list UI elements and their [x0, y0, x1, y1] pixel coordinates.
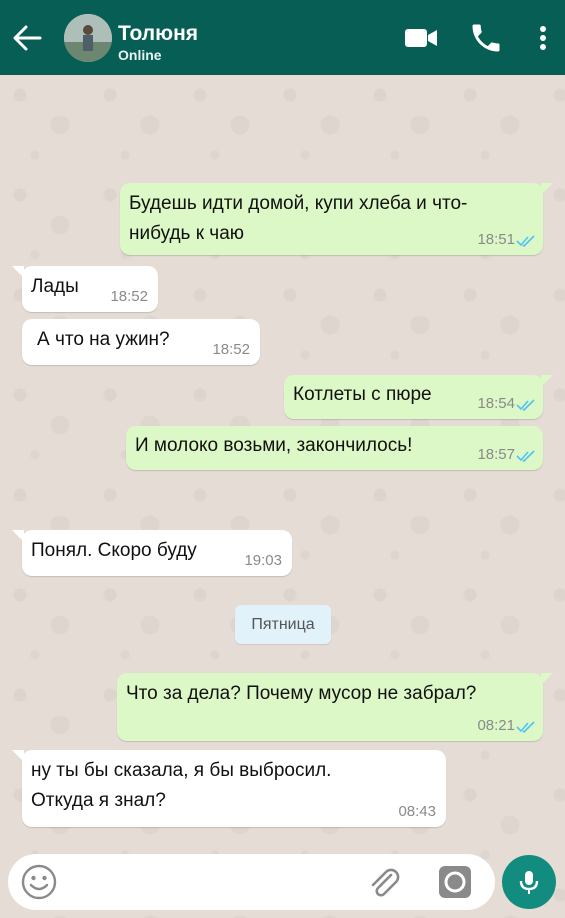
message-incoming[interactable]: ну ты бы сказала, я бы выбросил. Откуда …: [12, 750, 446, 827]
attach-button[interactable]: [364, 863, 402, 901]
message-outgoing[interactable]: Что за дела? Почему мусор не забрал? 08:…: [117, 673, 553, 741]
paperclip-icon: [371, 868, 400, 897]
message-time: 08:21: [477, 717, 515, 734]
day-separator: Пятница: [235, 605, 331, 644]
read-ticks-icon: [516, 399, 535, 412]
message-incoming[interactable]: А что на ужин? 18:52: [22, 319, 260, 365]
message-input[interactable]: [70, 864, 364, 902]
message-text: И молоко возьми, закончилось!: [135, 435, 413, 456]
camera-icon: [439, 866, 471, 898]
message-incoming[interactable]: Лады 18:52: [12, 266, 158, 312]
back-button[interactable]: [8, 18, 48, 58]
back-arrow-icon: [13, 25, 42, 51]
message-text: Будешь идти домой, купи хлеба и что- ниб…: [129, 193, 468, 244]
read-ticks-icon: [516, 235, 535, 248]
message-outgoing[interactable]: Будешь идти домой, купи хлеба и что- ниб…: [120, 183, 553, 255]
voice-call-button[interactable]: [468, 20, 504, 56]
avatar-photo-icon: [64, 14, 112, 62]
message-text: А что на ужин?: [37, 329, 170, 350]
message-text: Что за дела? Почему мусор не забрал?: [126, 683, 477, 704]
message-incoming[interactable]: Понял. Скоро буду 19:03: [12, 530, 292, 576]
message-time: 18:52: [110, 288, 148, 305]
avatar[interactable]: [64, 14, 112, 62]
message-time: 18:57: [477, 446, 515, 463]
message-time: 18:54: [477, 395, 515, 412]
message-time: 19:03: [244, 552, 282, 569]
message-composer: [8, 854, 495, 910]
chat-header: Толюня Online: [0, 0, 565, 75]
message-time: 18:51: [477, 231, 515, 248]
message-outgoing[interactable]: Котлеты с пюре 18:54: [284, 375, 553, 419]
more-vertical-icon: [540, 26, 546, 50]
read-ticks-icon: [516, 721, 535, 734]
message-text: Котлеты с пюре: [293, 384, 432, 405]
message-text: Лады: [31, 276, 79, 297]
message-time: 08:43: [398, 803, 436, 820]
more-options-button[interactable]: [525, 20, 561, 56]
emoji-button[interactable]: [20, 863, 58, 901]
contact-name[interactable]: Толюня: [118, 22, 198, 46]
message-text: ну ты бы сказала, я бы выбросил. Откуда …: [31, 760, 332, 811]
message-text: Понял. Скоро буду: [31, 540, 197, 561]
contact-status: Online: [118, 47, 162, 63]
message-time: 18:52: [212, 341, 250, 358]
video-camera-icon: [405, 29, 437, 47]
camera-button[interactable]: [436, 863, 474, 901]
microphone-icon: [519, 871, 539, 894]
message-outgoing[interactable]: И молоко возьми, закончилось! 18:57: [126, 426, 543, 470]
read-ticks-icon: [516, 450, 535, 463]
phone-icon: [472, 24, 500, 52]
emoji-icon: [21, 864, 57, 900]
video-call-button[interactable]: [403, 20, 439, 56]
voice-record-button[interactable]: [502, 855, 556, 909]
